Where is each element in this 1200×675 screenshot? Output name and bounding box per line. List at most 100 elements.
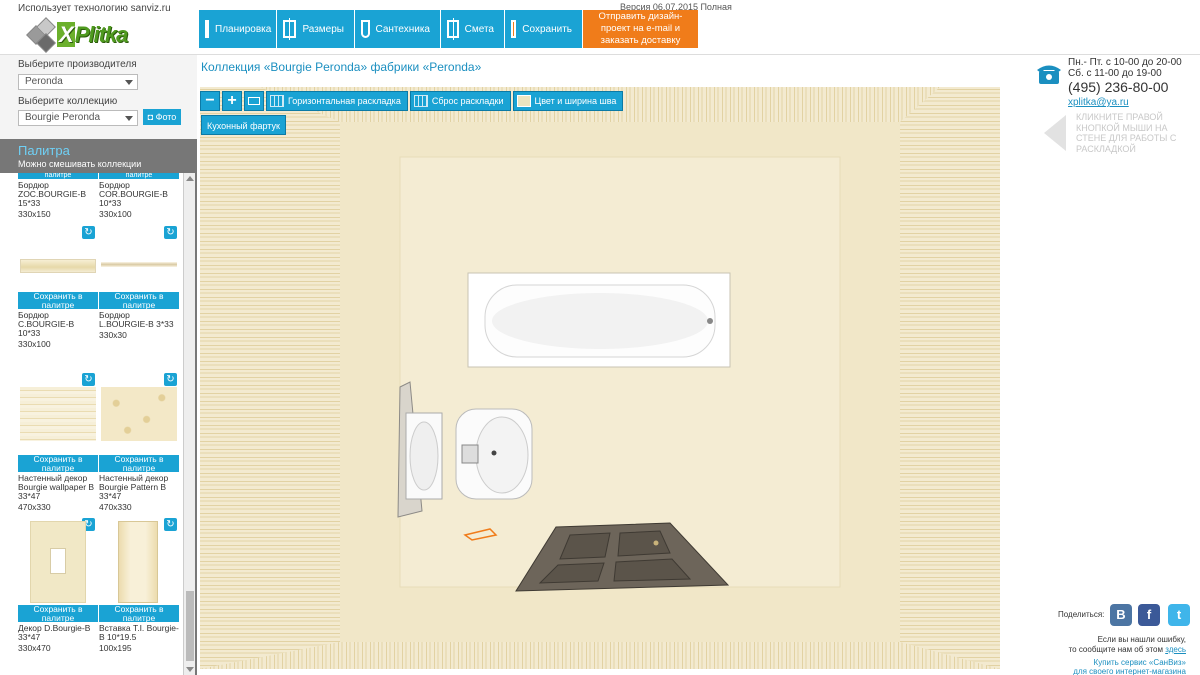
email-link[interactable]: xplitka@ya.ru <box>1068 97 1129 108</box>
arrow-left-icon <box>1044 115 1066 151</box>
refresh-icon[interactable]: ↻ <box>164 518 177 531</box>
tile-thumbnail[interactable] <box>20 259 96 273</box>
right-panel: Пн.- Пт. с 10-00 до 20-00 Сб. с 11-00 до… <box>1030 55 1200 675</box>
refresh-icon[interactable]: ↻ <box>82 226 95 239</box>
vk-share-button[interactable]: В <box>1110 604 1132 626</box>
reset-grid-icon <box>413 95 428 107</box>
top-navigation: Планировка Размеры Сантехника Смета Сохр… <box>199 10 699 48</box>
nav-plumbing-button[interactable]: Сантехника <box>355 10 441 48</box>
tile-size: 100x195 <box>99 643 132 653</box>
refresh-icon[interactable]: ↻ <box>82 373 95 386</box>
canvas-toolbar: − + Горизонтальная раскладка Сброс раскл… <box>200 91 624 111</box>
right-wall <box>900 87 1000 669</box>
zoom-out-button[interactable]: − <box>200 91 220 111</box>
reset-layout-button[interactable]: Сброс раскладки <box>409 91 511 111</box>
room-3d-view[interactable] <box>200 87 1000 669</box>
nav-floorplan-button[interactable]: Планировка <box>199 10 277 48</box>
scroll-down-icon[interactable] <box>186 667 194 672</box>
palette-tile: Сохранить в палитре Настенный декор Bour… <box>18 455 98 512</box>
palette-title: Палитра <box>18 143 70 158</box>
xplitka-logo[interactable]: XPlitka <box>25 17 128 53</box>
save-icon <box>511 20 517 38</box>
save-to-palette-button[interactable]: палитре <box>18 173 98 179</box>
tile-size: 330x100 <box>99 209 132 219</box>
plumbing-icon <box>361 20 370 38</box>
tile-name: Настенный декор Bourgie wallpaper B 33*4… <box>18 473 95 501</box>
kitchen-backsplash-button[interactable]: Кухонный фартук <box>201 115 286 135</box>
technology-credit[interactable]: Использует технологию sanviz.ru <box>18 3 171 14</box>
tile-name: Бордюр ZOC.BOURGIE-B 15*33 <box>18 180 87 208</box>
save-to-palette-button[interactable]: Сохранить в палитре <box>99 292 179 309</box>
floorplan-icon <box>205 20 209 38</box>
save-to-palette-button[interactable]: Сохранить в палитре <box>18 455 98 472</box>
palette-tile: Сохранить в палитре Вставка T.I. Bourgie… <box>99 605 179 653</box>
phone-number: (495) 236-80-00 <box>1068 79 1169 95</box>
facebook-share-button[interactable]: f <box>1138 604 1160 626</box>
palette-list: палитре Бордюр ZOC.BOURGIE-B 15*33 330x1… <box>0 173 183 675</box>
refresh-icon[interactable]: ↻ <box>164 226 177 239</box>
collection-select[interactable]: Bourgie Peronda <box>18 110 138 126</box>
color-swatch-icon <box>516 95 531 107</box>
twitter-share-button[interactable]: t <box>1168 604 1190 626</box>
tile-thumbnail[interactable] <box>101 262 177 267</box>
tile-name: Бордюр L.BOURGIE-B 3*33 <box>99 310 174 329</box>
tile-size: 330x150 <box>18 209 51 219</box>
logo-wordmark: XPlitka <box>57 22 128 47</box>
fit-view-button[interactable] <box>244 91 264 111</box>
palette-tile: Сохранить в палитре Бордюр L.BOURGIE-B 3… <box>99 292 179 340</box>
nav-estimate-button[interactable]: Смета <box>441 10 505 48</box>
bathtub <box>467 272 731 368</box>
twitter-icon: t <box>1176 607 1182 622</box>
phone-icon <box>1037 65 1061 84</box>
collection-label: Выберите коллекцию <box>18 96 118 107</box>
left-wall <box>200 87 340 669</box>
tile-name: Декор D.Bourgie-B 33*47 <box>18 623 91 642</box>
header: Использует технологию sanviz.ru XPlitka … <box>0 0 1200 55</box>
grout-color-width-button[interactable]: Цвет и ширина шва <box>512 91 624 111</box>
working-hours-weekdays: Пн.- Пт. с 10-00 до 20-00 <box>1068 57 1182 68</box>
palette-panel: Палитра Можно смешивать коллекции палитр… <box>0 139 197 675</box>
app-root: Использует технологию sanviz.ru XPlitka … <box>0 0 1200 675</box>
working-hours-saturday: Сб. с 11-00 до 19-00 <box>1068 68 1162 79</box>
buy-service-link[interactable]: Купить сервис «СанВиз» <box>1094 658 1186 667</box>
tile-thumbnail[interactable] <box>20 387 96 441</box>
collection-title: Коллекция «Bourgie Peronda» фабрики «Per… <box>201 60 482 74</box>
front-wall <box>200 642 1000 669</box>
manufacturer-label: Выберите производителя <box>18 59 137 70</box>
tile-name: Вставка T.I. Bourgie-B 10*19.5 <box>99 623 179 642</box>
room-render[interactable] <box>200 87 1000 669</box>
nav-save-button[interactable]: Сохранить <box>505 10 583 48</box>
photo-button[interactable]: ◘ Фото <box>143 109 181 125</box>
share-label: Поделиться: <box>1058 610 1105 619</box>
sink <box>405 408 533 500</box>
buy-service-subtext[interactable]: для своего интернет-магазина <box>1073 667 1186 675</box>
fit-view-icon <box>248 97 260 105</box>
save-to-palette-button[interactable]: Сохранить в палитре <box>99 605 179 622</box>
palette-tile: Сохранить в палитре Настенный декор Bour… <box>99 455 179 512</box>
error-report-link[interactable]: здесь <box>1165 645 1186 654</box>
palette-scrollbar[interactable] <box>183 173 195 675</box>
palette-tile: палитре Бордюр COR.BOURGIE-B 10*33 330x1… <box>99 173 179 219</box>
tile-size: 470x330 <box>18 502 51 512</box>
chevron-down-icon <box>125 80 133 85</box>
send-project-button[interactable]: Отправить дизайн-проект на e-mail и зака… <box>583 10 699 48</box>
save-to-palette-button[interactable]: Сохранить в палитре <box>99 455 179 472</box>
scroll-thumb[interactable] <box>186 591 194 661</box>
save-to-palette-button[interactable]: Сохранить в палитре <box>18 292 98 309</box>
scroll-up-icon[interactable] <box>186 176 194 181</box>
tile-thumbnail[interactable] <box>30 521 86 603</box>
manufacturer-select[interactable]: Peronda <box>18 74 138 90</box>
save-to-palette-button[interactable]: палитре <box>99 173 179 179</box>
refresh-icon[interactable]: ↻ <box>164 373 177 386</box>
nav-dimensions-button[interactable]: Размеры <box>277 10 355 48</box>
tile-thumbnail[interactable] <box>101 387 177 441</box>
save-to-palette-button[interactable]: Сохранить в палитре <box>18 605 98 622</box>
tile-name: Бордюр C.BOURGIE-B 10*33 <box>18 310 75 338</box>
left-sidebar: Выберите производителя Peronda Выберите … <box>0 55 197 675</box>
tile-thumbnail[interactable] <box>118 521 158 603</box>
tile-size: 330x470 <box>18 643 51 653</box>
dimensions-icon <box>283 18 297 40</box>
zoom-in-button[interactable]: + <box>222 91 242 111</box>
horizontal-layout-button[interactable]: Горизонтальная раскладка <box>266 91 408 111</box>
estimate-icon <box>447 18 459 40</box>
